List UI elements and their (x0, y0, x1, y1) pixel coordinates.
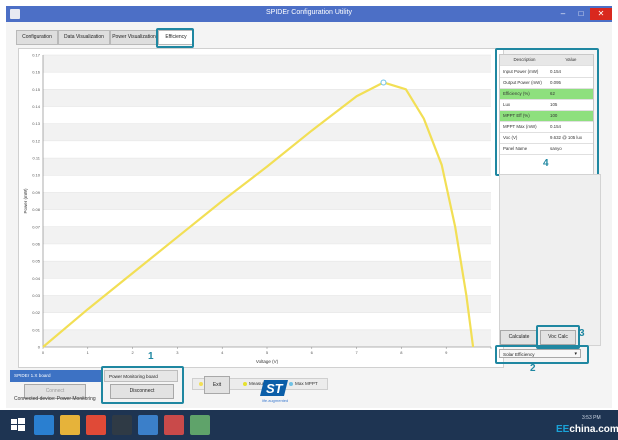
y-tick-label: 0.17 (32, 53, 41, 58)
title-bar: SPIDEr Configuration Utility – □ ✕ (6, 6, 612, 22)
table-highlight (495, 48, 599, 176)
x-tick-label: 3 (176, 350, 179, 355)
x-axis-label: Voltage (V) (256, 359, 279, 364)
panel-select-highlight (495, 345, 589, 364)
windows-start-icon[interactable] (8, 415, 28, 435)
ideal-curve-dot (199, 382, 203, 386)
efficiency-plot: 0 0.01 0.02 0.03 0.04 0.05 0.06 0.07 0.08 0.09 0.1… (18, 48, 504, 368)
chrome-icon[interactable] (86, 415, 106, 435)
grid-band (43, 89, 491, 107)
tab-configuration[interactable]: Configuration (16, 30, 58, 45)
minimize-button[interactable]: – (554, 8, 572, 20)
annotation-2: 2 (530, 363, 536, 374)
x-tick-label: 9 (445, 350, 448, 355)
device-tab-spider[interactable]: SPIDEr 1.X board (10, 370, 102, 382)
y-tick-label: 0.13 (32, 121, 41, 126)
tab-power-visualization[interactable]: Power Visualization (110, 30, 158, 45)
svg-text:ST: ST (266, 381, 284, 396)
tab-data-visualization[interactable]: Data Visualization (58, 30, 110, 45)
annotation-1: 1 (148, 351, 154, 362)
x-tick-label: 1 (87, 350, 90, 355)
y-tick-label: 0.01 (32, 327, 41, 332)
y-tick-label: 0.11 (33, 156, 41, 161)
max-mppt-marker (380, 79, 387, 86)
window-title: SPIDEr Configuration Utility (266, 9, 352, 16)
grid-band (43, 192, 491, 210)
grid-band (43, 329, 491, 347)
x-tick-label: 6 (311, 350, 314, 355)
annotation-4: 4 (543, 158, 549, 169)
st-tagline: life.augmented (262, 398, 289, 403)
y-tick-label: 0.08 (32, 207, 41, 212)
x-tick-label: 2 (131, 350, 134, 355)
y-tick-label: 0.02 (32, 310, 41, 315)
grid-band (43, 55, 491, 73)
y-tick-label: 0.16 (32, 70, 41, 75)
power-voltage-chart: 0 0.01 0.02 0.03 0.04 0.05 0.06 0.07 0.08 0.09 0.1… (23, 53, 492, 364)
calculate-button[interactable]: Calculate (500, 330, 538, 345)
internet-explorer-icon[interactable] (34, 415, 54, 435)
x-tick-label: 0 (42, 350, 45, 355)
grid-band (43, 226, 491, 244)
y-tick-label: 0.09 (32, 190, 41, 195)
watermark: EEchina.com (556, 424, 618, 435)
x-tick-label: 5 (266, 350, 269, 355)
connection-highlight (101, 366, 184, 404)
grid-band (43, 295, 491, 313)
y-tick-label: 0.07 (32, 224, 41, 229)
grid-band (43, 123, 491, 141)
x-tick-label: 8 (400, 350, 403, 355)
app-icon-target[interactable] (164, 415, 184, 435)
taskbar: 3:53 PM EEchina.com (0, 410, 618, 440)
y-tick-label: 0.06 (32, 241, 41, 246)
y-tick-label: 0.04 (32, 276, 41, 281)
file-explorer-icon[interactable] (60, 415, 80, 435)
grid-band (43, 261, 491, 279)
measured-mppt-dot (243, 382, 247, 386)
maximize-button[interactable]: □ (572, 8, 590, 20)
y-axis-label: Power (mW) (23, 188, 28, 213)
x-tick-label: 7 (355, 350, 358, 355)
y-tick-label: 0.12 (32, 138, 41, 143)
terminal-icon[interactable] (112, 415, 132, 435)
app-icon-blue[interactable] (138, 415, 158, 435)
app-window: Configuration Data Visualization Power V… (6, 22, 612, 408)
right-panel (499, 174, 601, 346)
y-tick-label: 0.03 (32, 293, 41, 298)
y-tick-label: 0.14 (32, 104, 41, 109)
clock-time: 3:53 PM (582, 415, 601, 421)
annotation-3: 3 (579, 328, 585, 339)
status-text: Connected device: Power Monitoring (14, 396, 96, 402)
y-tick-label: 0.15 (32, 87, 41, 92)
y-tick-label: 0.05 (32, 259, 41, 264)
app-icon-green[interactable] (190, 415, 210, 435)
y-tick-label: 0.10 (32, 173, 41, 178)
y-tick-label: 0 (38, 345, 41, 350)
screen: SPIDEr Configuration Utility – □ ✕ Confi… (0, 0, 618, 440)
close-button[interactable]: ✕ (590, 8, 612, 20)
st-logo: ST life.augmented (258, 378, 298, 404)
x-tick-label: 4 (221, 350, 224, 355)
efficiency-tab-highlight (156, 28, 194, 48)
legend-max: Max MPPT (295, 381, 318, 386)
exit-button[interactable]: Exit (204, 376, 230, 394)
